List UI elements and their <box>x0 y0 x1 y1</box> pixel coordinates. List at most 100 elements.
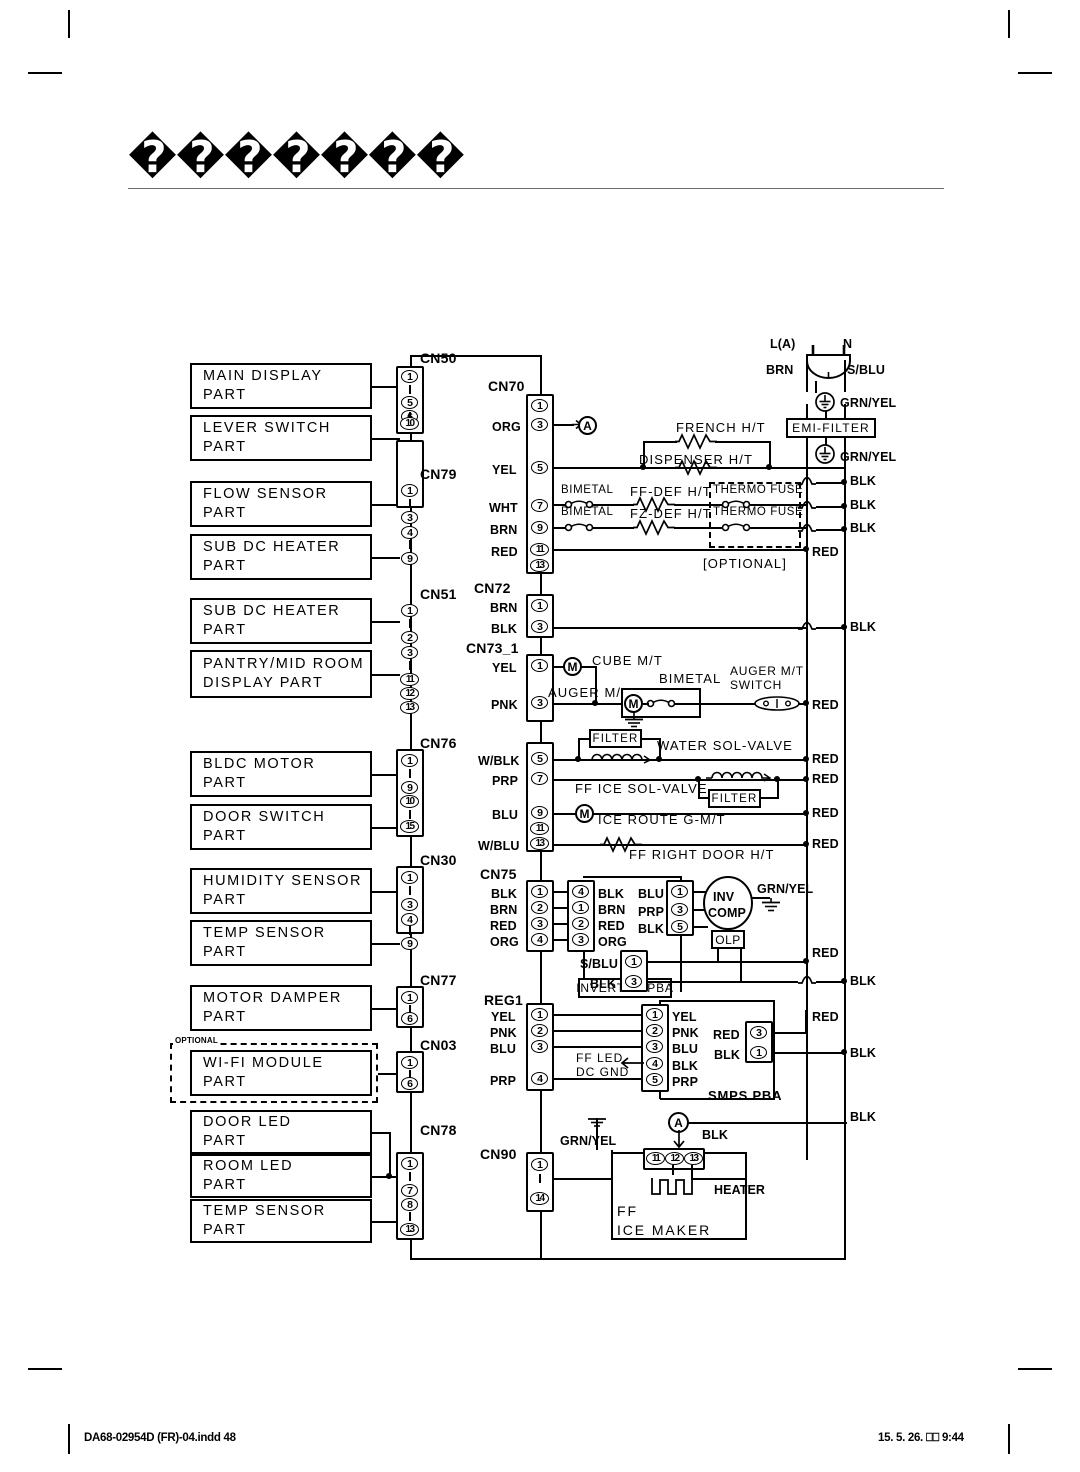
wire-smps-top-l <box>659 1000 661 1006</box>
pin: 1 <box>750 1046 767 1059</box>
part-label: PART <box>203 1177 247 1193</box>
part-label: PART <box>203 1074 247 1090</box>
pin: 8 <box>401 1198 418 1211</box>
wire-heater-l <box>672 1165 674 1175</box>
part-label: PART <box>203 505 247 521</box>
label-icemaker-ground: GRN/YEL <box>560 1134 617 1148</box>
wire-color: PRP <box>492 774 519 788</box>
junction-dot <box>803 546 809 552</box>
label-ff-right-door-ht: FF RIGHT DOOR H/T <box>629 847 775 862</box>
wire-heater-r <box>691 1165 693 1178</box>
wire-cn72-blk <box>554 627 806 629</box>
junction-dot <box>803 810 809 816</box>
wire-color: BLU <box>672 1042 698 1056</box>
ground-symbol-icon-comp <box>762 898 780 912</box>
auger-switch-icon <box>754 696 800 711</box>
rail-blk-seg <box>844 404 846 418</box>
pin: 4 <box>646 1057 663 1070</box>
pin: 9 <box>401 937 418 950</box>
pin: 5 <box>401 396 418 409</box>
rail-label-red: RED <box>812 752 839 766</box>
rail-label-blk: BLK <box>850 620 876 634</box>
wire-color: RED <box>598 919 625 933</box>
wire-ac-1b <box>718 961 806 963</box>
pin: 3 <box>572 933 589 946</box>
pin-ellipsis <box>409 540 411 549</box>
wire-olp-r <box>740 949 742 981</box>
connector-label-cn51: CN51 <box>420 586 457 602</box>
connector-label-cn79: CN79 <box>420 466 457 482</box>
wire-bimetal-in <box>643 703 649 705</box>
wire-color: WHT <box>489 501 518 515</box>
wire-color: PNK <box>672 1026 699 1040</box>
pin: 12 <box>665 1152 684 1165</box>
rail-label-blk: BLK <box>850 474 876 488</box>
wire-color: PRP <box>490 1074 517 1088</box>
ground-symbol-icon-2 <box>815 444 835 464</box>
junction-dot <box>841 526 847 532</box>
connector-label-cn03: CN03 <box>420 1037 457 1053</box>
pin: 7 <box>531 499 548 512</box>
pin: 1 <box>531 885 548 898</box>
part-label: PANTRY/MID ROOM <box>203 656 365 672</box>
wire-color: BRN <box>490 601 518 615</box>
connector-label-reg1: REG1 <box>484 992 523 1008</box>
pin: 13 <box>530 837 549 850</box>
ground-lead-2 <box>825 411 827 419</box>
rail-label-blk: BLK <box>850 498 876 512</box>
pin: 14 <box>530 1192 549 1205</box>
part-box-sub-dc-heater-1: SUB DC HEATER PART <box>190 534 372 580</box>
pin-ellipsis <box>409 1212 411 1221</box>
pin: 4 <box>401 913 418 926</box>
wire-inv-top <box>583 876 681 878</box>
wire-french-right <box>715 441 770 443</box>
wire-smps-bottom-l <box>659 1090 661 1099</box>
wire-color: RED <box>713 1028 740 1042</box>
wire-color: ORG <box>598 935 627 949</box>
pin: 4 <box>572 885 589 898</box>
label-ff-led: FF LED <box>576 1051 624 1065</box>
rail-label-blk: BLK <box>850 974 876 988</box>
bus-bottom <box>410 1258 542 1261</box>
pin: 1 <box>401 754 418 767</box>
pin: 4 <box>531 933 548 946</box>
label-cube-mt: CUBE M/T <box>592 653 663 668</box>
motor-cube-icon: M <box>563 657 582 676</box>
junction-dot <box>575 756 581 762</box>
wire-color: BLK <box>638 922 664 936</box>
arrow-left-icon <box>620 1057 644 1069</box>
pin: 1 <box>671 885 688 898</box>
pin-ellipsis <box>409 385 411 394</box>
wire-color: YEL <box>492 463 517 477</box>
label-auger-switch-2: SWITCH <box>730 678 783 692</box>
part-label: PART <box>203 1222 247 1238</box>
pin: 15 <box>400 820 419 833</box>
connector-label-cn77: CN77 <box>420 972 457 988</box>
rail-label-red: RED <box>812 1010 839 1024</box>
wire-heater-out <box>691 1178 747 1180</box>
label-optional-note: [OPTIONAL] <box>703 556 787 571</box>
part-label: PART <box>203 828 247 844</box>
wire-icemaker-l <box>611 1150 613 1154</box>
part-box-sub-dc-heater-2: SUB DC HEATER PART <box>190 598 372 644</box>
pin: 13 <box>684 1152 703 1165</box>
label-ground-lower: GRN/YEL <box>840 450 897 464</box>
wire-ac-2 <box>648 981 798 983</box>
optional-region-thermo-fuse <box>709 482 801 548</box>
wire-french-left <box>643 441 677 443</box>
wire-color: PNK <box>490 1026 517 1040</box>
pin: 10 <box>400 417 419 430</box>
emi-filter-box: EMI-FILTER <box>786 418 876 438</box>
pin: 3 <box>531 917 548 930</box>
connector-label-cn70: CN70 <box>488 378 525 394</box>
label-heater: HEATER <box>714 1183 766 1197</box>
pin-ellipsis <box>409 926 411 935</box>
pin: 1 <box>531 399 548 412</box>
pin: 1 <box>401 871 418 884</box>
wire-color: ORG <box>490 935 519 949</box>
lead <box>372 1132 390 1134</box>
wire-reg1-3 <box>554 1046 642 1048</box>
connector-label-cn73-1: CN73_1 <box>466 640 519 656</box>
wire-heater-right-rail <box>745 1155 747 1240</box>
resistor-fz-def-ht-icon <box>633 518 675 537</box>
